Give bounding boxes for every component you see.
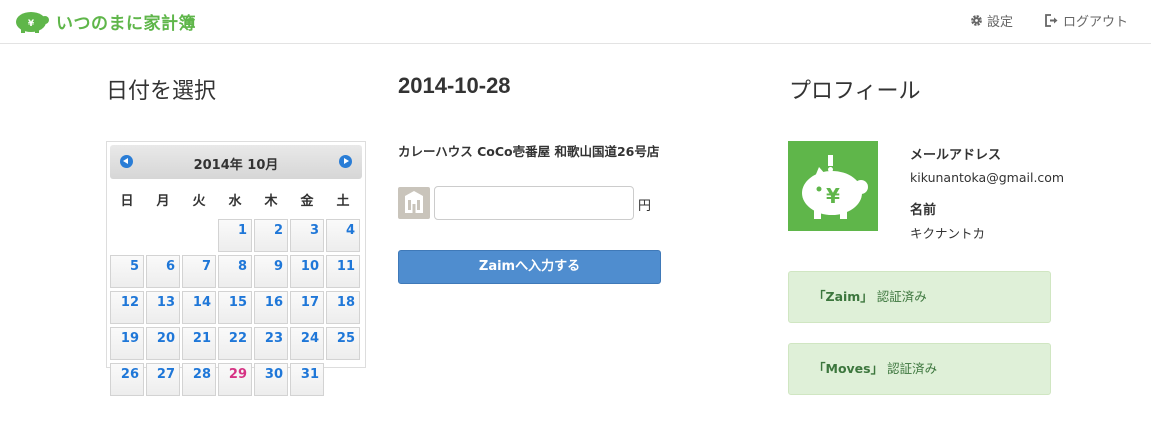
calendar-day-13[interactable]: 13 (146, 291, 180, 324)
calendar-day-24[interactable]: 24 (290, 327, 324, 360)
currency-unit: 円 (638, 199, 652, 214)
top-navbar: ¥ いつのまに家計簿 設定 ログアウト (0, 0, 1151, 44)
calendar-week-row: 26 27 28 29 30 31 (109, 363, 365, 399)
next-month-icon[interactable] (339, 155, 352, 168)
calendar-day-1[interactable]: 1 (218, 219, 252, 252)
brand-logo-link[interactable]: ¥ いつのまに家計簿 (12, 8, 196, 34)
name-label: 名前 (910, 203, 937, 218)
calendar-day-7[interactable]: 7 (182, 255, 216, 288)
weekday-label: 木 (264, 194, 278, 209)
calendar-day-31[interactable]: 31 (290, 363, 324, 396)
calendar-day-2[interactable]: 2 (254, 219, 288, 252)
calendar-day-28[interactable]: 28 (182, 363, 216, 396)
selected-date-title: 2014-10-28 (398, 73, 511, 98)
calendar-month-title: 2014年 10月 (193, 158, 279, 173)
weekday-label: 金 (300, 194, 314, 209)
calendar-empty-cell (182, 219, 216, 252)
calendar-day-8[interactable]: 8 (218, 255, 252, 288)
auth-service-name: 「Moves」 (813, 361, 884, 376)
piggy-bank-icon: ¥ (16, 12, 49, 33)
calendar-day-4[interactable]: 4 (326, 219, 360, 252)
calendar-days-grid: 1 2 3 4 5 6 7 8 9 10 11 12 13 14 15 16 17 18 19 20 21 22 23 24 2… (109, 219, 365, 399)
calendar-day-6[interactable]: 6 (146, 255, 180, 288)
calendar-week-row: 5 6 7 8 9 10 11 (109, 255, 365, 291)
calendar-day-11[interactable]: 11 (326, 255, 360, 288)
calendar-day-19[interactable]: 19 (110, 327, 144, 360)
gear-icon (971, 15, 982, 26)
brand-name: いつのまに家計簿 (56, 13, 196, 34)
calendar-day-18[interactable]: 18 (326, 291, 360, 324)
email-label: メールアドレス (910, 148, 1002, 163)
date-picker-calendar: 2014年 10月 日月火水木金土 1 2 3 4 5 6 7 8 9 10 11 12 13 14 15 1… (106, 141, 366, 396)
calendar-day-12[interactable]: 12 (110, 291, 144, 324)
weekday-label: 月 (156, 194, 170, 209)
calendar-day-23[interactable]: 23 (254, 327, 288, 360)
email-value: kikunantoka@gmail.com (910, 170, 1065, 185)
calendar-day-27[interactable]: 27 (146, 363, 180, 396)
logout-link[interactable]: ログアウト (1045, 11, 1128, 30)
shop-name: カレーハウス CoCo壱番屋 和歌山国道26号店 (398, 144, 660, 159)
submit-to-zaim-button[interactable]: Zaimへ入力する (398, 250, 661, 284)
calendar-day-3[interactable]: 3 (290, 219, 324, 252)
shop-building-icon (398, 187, 430, 219)
weekday-label: 火 (192, 194, 206, 209)
calendar-day-29[interactable]: 29 (218, 363, 252, 396)
calendar-day-25[interactable]: 25 (326, 327, 360, 360)
auth-service-name: 「Zaim」 (813, 289, 873, 304)
calendar-day-15[interactable]: 15 (218, 291, 252, 324)
weekday-label: 水 (228, 194, 242, 209)
logout-label: ログアウト (1063, 15, 1129, 30)
calendar-day-21[interactable]: 21 (182, 327, 216, 360)
calendar-day-22[interactable]: 22 (218, 327, 252, 360)
calendar-empty-cell (110, 219, 144, 252)
avatar[interactable]: ¥ (788, 141, 878, 231)
calendar-weekday-row: 日月火水木金土 (109, 190, 365, 209)
logout-icon (1045, 14, 1058, 27)
auth-status-text: 認証済み (887, 361, 938, 376)
calendar-day-30[interactable]: 30 (254, 363, 288, 396)
moves-auth-status: 「Moves」 認証済み (788, 343, 1051, 395)
svg-text:¥: ¥ (826, 184, 840, 208)
calendar-section-title: 日付を選択 (106, 79, 217, 104)
calendar-day-20[interactable]: 20 (146, 327, 180, 360)
profile-section-title: プロフィール (789, 79, 921, 104)
calendar-day-16[interactable]: 16 (254, 291, 288, 324)
calendar-week-row: 1234 (109, 219, 365, 255)
calendar-week-row: 12 13 14 15 16 17 18 (109, 291, 365, 327)
calendar-day-26[interactable]: 26 (110, 363, 144, 396)
settings-label: 設定 (987, 15, 1014, 30)
name-value: キクナントカ (910, 226, 986, 241)
calendar-day-10[interactable]: 10 (290, 255, 324, 288)
svg-text:¥: ¥ (28, 19, 35, 29)
zaim-auth-status: 「Zaim」 認証済み (788, 271, 1051, 323)
settings-link[interactable]: 設定 (970, 11, 1013, 30)
calendar-day-9[interactable]: 9 (254, 255, 288, 288)
weekday-label: 日 (120, 194, 134, 209)
calendar-empty-cell (146, 219, 180, 252)
calendar-week-row: 19 20 21 22 23 24 25 (109, 327, 365, 363)
weekday-label: 土 (336, 194, 350, 209)
calendar-day-5[interactable]: 5 (110, 255, 144, 288)
amount-input[interactable] (434, 186, 634, 220)
calendar-empty-cell (326, 363, 360, 396)
calendar-header: 2014年 10月 (110, 145, 362, 179)
calendar-day-17[interactable]: 17 (290, 291, 324, 324)
calendar-day-14[interactable]: 14 (182, 291, 216, 324)
auth-status-text: 認証済み (876, 289, 927, 304)
piggy-bank-avatar-icon: ¥ (802, 155, 868, 219)
